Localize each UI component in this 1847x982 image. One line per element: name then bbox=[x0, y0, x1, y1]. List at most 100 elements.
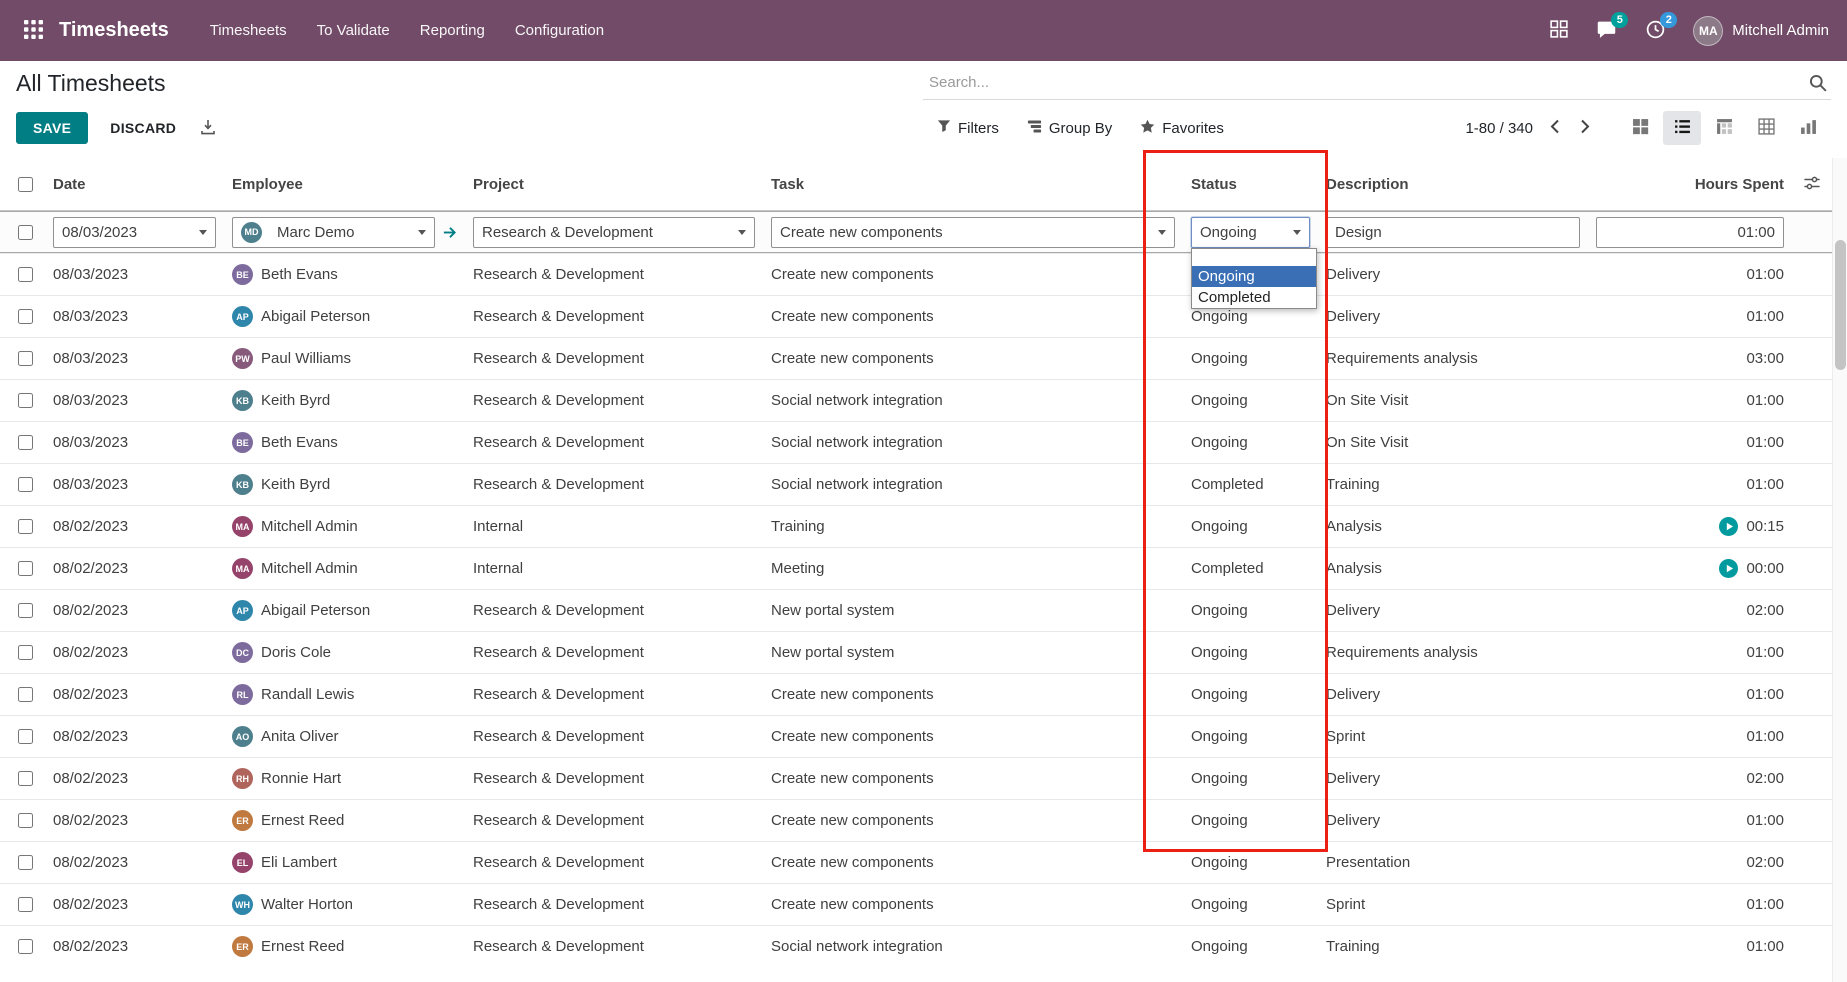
column-header-project[interactable]: Project bbox=[465, 159, 763, 210]
group-by-button[interactable]: Group By bbox=[1027, 119, 1112, 138]
table-row[interactable]: 08/03/2023BEBeth EvansResearch & Develop… bbox=[0, 253, 1832, 295]
cell-project: Internal bbox=[465, 548, 763, 589]
row-checkbox[interactable] bbox=[18, 729, 33, 744]
table-row[interactable]: 08/02/2023MAMitchell AdminInternalTraini… bbox=[0, 505, 1832, 547]
cell-task: New portal system bbox=[763, 632, 1183, 673]
menu-item-reporting[interactable]: Reporting bbox=[405, 0, 500, 61]
status-option-empty[interactable] bbox=[1192, 249, 1316, 266]
table-row[interactable]: 08/02/2023RHRonnie HartResearch & Develo… bbox=[0, 757, 1832, 799]
project-field[interactable]: Research & Development bbox=[473, 217, 755, 248]
row-checkbox[interactable] bbox=[18, 603, 33, 618]
cell-date: 08/02/2023 bbox=[45, 884, 224, 925]
table-row[interactable]: 08/03/2023KBKeith ByrdResearch & Develop… bbox=[0, 379, 1832, 421]
table-row[interactable]: 08/02/2023MAMitchell AdminInternalMeetin… bbox=[0, 547, 1832, 589]
table-row[interactable]: 08/03/2023KBKeith ByrdResearch & Develop… bbox=[0, 463, 1832, 505]
cell-date: 08/02/2023 bbox=[45, 800, 224, 841]
view-list-button[interactable] bbox=[1663, 111, 1701, 145]
table-row[interactable]: 08/02/2023ERErnest ReedResearch & Develo… bbox=[0, 799, 1832, 841]
column-header-hours-spent[interactable]: Hours Spent bbox=[1588, 159, 1792, 210]
row-checkbox[interactable] bbox=[18, 687, 33, 702]
search-bar[interactable] bbox=[923, 66, 1831, 100]
row-checkbox[interactable] bbox=[18, 561, 33, 576]
status-option-completed[interactable]: Completed bbox=[1192, 287, 1316, 308]
row-checkbox[interactable] bbox=[18, 897, 33, 912]
employee-field[interactable]: MD Marc Demo bbox=[232, 217, 435, 248]
apps-menu-button[interactable] bbox=[18, 14, 49, 48]
table-row[interactable]: 08/02/2023APAbigail PetersonResearch & D… bbox=[0, 589, 1832, 631]
view-pivot-button[interactable] bbox=[1705, 111, 1743, 145]
row-checkbox[interactable] bbox=[18, 225, 33, 240]
column-header-task[interactable]: Task bbox=[763, 159, 1183, 210]
table-row[interactable]: 08/02/2023WHWalter HortonResearch & Deve… bbox=[0, 883, 1832, 925]
column-header-status[interactable]: Status bbox=[1183, 159, 1318, 210]
view-grid-button[interactable] bbox=[1747, 111, 1785, 145]
cell-hours: 01:00 bbox=[1588, 296, 1792, 337]
table-row[interactable]: 08/03/2023APAbigail PetersonResearch & D… bbox=[0, 295, 1832, 337]
row-checkbox[interactable] bbox=[18, 855, 33, 870]
row-checkbox[interactable] bbox=[18, 267, 33, 282]
row-checkbox[interactable] bbox=[18, 393, 33, 408]
row-checkbox[interactable] bbox=[18, 645, 33, 660]
table-row[interactable]: 08/02/2023ERErnest ReedResearch & Develo… bbox=[0, 925, 1832, 967]
select-all-checkbox[interactable] bbox=[18, 177, 33, 192]
table-row[interactable]: 08/03/2023BEBeth EvansResearch & Develop… bbox=[0, 421, 1832, 463]
cell-date: 08/02/2023 bbox=[45, 716, 224, 757]
search-input[interactable] bbox=[927, 73, 1809, 92]
cell-project: Research & Development bbox=[465, 884, 763, 925]
export-button[interactable] bbox=[196, 115, 220, 142]
menu-item-timesheets[interactable]: Timesheets bbox=[195, 0, 302, 61]
avatar: MA bbox=[232, 516, 253, 537]
status-option-ongoing[interactable]: Ongoing bbox=[1192, 266, 1316, 287]
filters-button[interactable]: Filters bbox=[937, 119, 999, 137]
search-icon[interactable] bbox=[1809, 74, 1827, 92]
chevron-left-icon bbox=[1550, 119, 1559, 137]
timer-play-button[interactable] bbox=[1719, 517, 1738, 536]
table-row[interactable]: 08/02/2023AOAnita OliverResearch & Devel… bbox=[0, 715, 1832, 757]
table-row[interactable]: 08/03/2023PWPaul WilliamsResearch & Deve… bbox=[0, 337, 1832, 379]
cell-options bbox=[1792, 926, 1832, 967]
internal-link-arrow-icon[interactable] bbox=[442, 225, 457, 240]
row-checkbox[interactable] bbox=[18, 435, 33, 450]
view-kanban-button[interactable] bbox=[1621, 111, 1659, 145]
row-checkbox[interactable] bbox=[18, 519, 33, 534]
row-checkbox[interactable] bbox=[18, 309, 33, 324]
timesheet-grid-button[interactable] bbox=[1539, 12, 1579, 49]
menu-item-configuration[interactable]: Configuration bbox=[500, 0, 619, 61]
status-select[interactable]: Ongoing bbox=[1191, 217, 1310, 248]
table-row[interactable]: 08/02/2023ELEli LambertResearch & Develo… bbox=[0, 841, 1832, 883]
table-row-editing[interactable]: 08/03/2023 MD Marc Demo Research & Devel… bbox=[0, 211, 1832, 253]
table-row[interactable]: 08/02/2023DCDoris ColeResearch & Develop… bbox=[0, 631, 1832, 673]
row-checkbox[interactable] bbox=[18, 813, 33, 828]
scrollbar-thumb[interactable] bbox=[1835, 240, 1846, 370]
row-checkbox[interactable] bbox=[18, 351, 33, 366]
activities-button[interactable]: 2 bbox=[1634, 11, 1677, 51]
user-menu[interactable]: MA Mitchell Admin bbox=[1683, 16, 1829, 46]
app-name[interactable]: Timesheets bbox=[59, 19, 169, 42]
pager-previous-button[interactable] bbox=[1545, 117, 1564, 139]
column-header-employee[interactable]: Employee bbox=[224, 159, 465, 210]
hours-field[interactable]: 01:00 bbox=[1596, 217, 1784, 248]
row-checkbox[interactable] bbox=[18, 771, 33, 786]
save-button[interactable]: SAVE bbox=[16, 112, 88, 144]
pager-next-button[interactable] bbox=[1576, 117, 1595, 139]
row-checkbox[interactable] bbox=[18, 939, 33, 954]
column-header-date[interactable]: Date bbox=[45, 159, 224, 210]
discard-button[interactable]: DISCARD bbox=[104, 119, 182, 137]
favorites-button[interactable]: Favorites bbox=[1140, 119, 1224, 138]
column-adjust-icon[interactable] bbox=[1804, 175, 1820, 195]
star-icon bbox=[1140, 119, 1155, 138]
view-graph-button[interactable] bbox=[1789, 111, 1827, 145]
menu-item-to-validate[interactable]: To Validate bbox=[302, 0, 405, 61]
employee-name: Beth Evans bbox=[261, 434, 338, 451]
table-row[interactable]: 08/02/2023RLRandall LewisResearch & Deve… bbox=[0, 673, 1832, 715]
task-field[interactable]: Create new components bbox=[771, 217, 1175, 248]
messages-button[interactable]: 5 bbox=[1585, 11, 1628, 51]
cell-employee: ERErnest Reed bbox=[224, 926, 465, 967]
status-dropdown-menu: Ongoing Completed bbox=[1191, 248, 1317, 309]
column-header-description[interactable]: Description bbox=[1318, 159, 1588, 210]
vertical-scrollbar[interactable] bbox=[1832, 158, 1847, 982]
timer-play-button[interactable] bbox=[1719, 559, 1738, 578]
date-field[interactable]: 08/03/2023 bbox=[53, 217, 216, 248]
description-field[interactable]: Design bbox=[1326, 217, 1580, 248]
row-checkbox[interactable] bbox=[18, 477, 33, 492]
